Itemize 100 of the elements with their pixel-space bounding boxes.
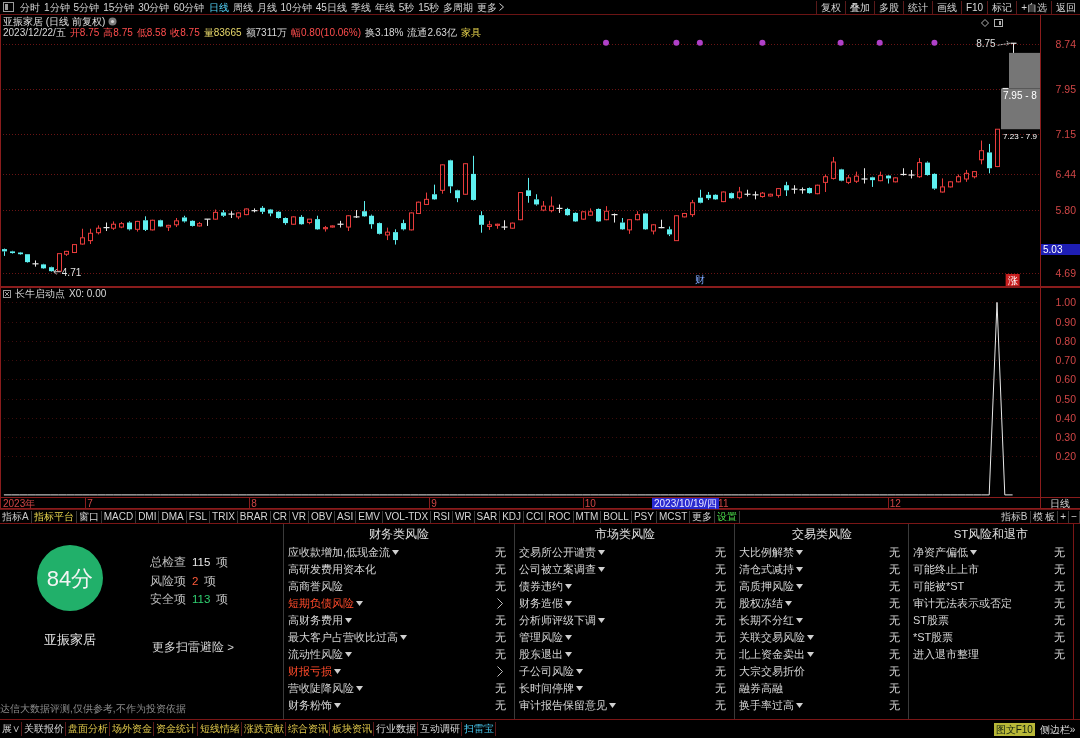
toolbar-button[interactable]: +自选	[1016, 0, 1051, 14]
caret-down-icon[interactable]	[356, 601, 363, 606]
caret-down-icon[interactable]	[807, 635, 814, 640]
toolbar-button[interactable]: 复权	[815, 0, 845, 14]
caret-down-icon[interactable]	[796, 703, 803, 708]
indicator-tab[interactable]: 设置	[715, 510, 741, 523]
risk-item[interactable]: 北上资金卖出	[739, 646, 805, 663]
caret-down-icon[interactable]	[598, 567, 605, 572]
caret-down-icon[interactable]	[807, 652, 814, 657]
window-icon[interactable]	[994, 19, 1003, 27]
risk-item[interactable]: 审计报告保留意见	[519, 697, 607, 714]
indicator-tab[interactable]: ROC	[546, 510, 574, 523]
caret-down-icon[interactable]	[796, 618, 803, 623]
toolbar-button[interactable]: 多股	[873, 0, 903, 14]
caret-down-icon[interactable]	[576, 686, 583, 691]
period-tab[interactable]: 60分钟	[171, 0, 207, 14]
caret-down-icon[interactable]	[345, 618, 352, 623]
indicator-tab[interactable]: OBV	[309, 510, 336, 523]
toolbar-button[interactable]: 返回	[1051, 0, 1080, 14]
risk-item[interactable]: 可能终止上市	[913, 561, 979, 578]
caret-down-icon[interactable]	[356, 686, 363, 691]
caret-down-icon[interactable]	[598, 618, 605, 623]
bottom-tab[interactable]: 板块资讯	[330, 722, 374, 736]
bottom-tab[interactable]: 资金统计	[154, 722, 198, 736]
caret-down-icon[interactable]	[565, 601, 572, 606]
indicator-tab[interactable]: WR	[452, 510, 475, 523]
period-tab[interactable]: 分时	[18, 0, 42, 14]
chevron-right-icon[interactable]	[497, 666, 503, 677]
risk-item[interactable]: 高商誉风险	[288, 578, 343, 595]
bottom-tab[interactable]: 展∨	[0, 722, 22, 736]
risk-item[interactable]: 大宗交易折价	[739, 663, 805, 680]
period-tab[interactable]: 年线	[372, 0, 397, 14]
caret-down-icon[interactable]	[796, 567, 803, 572]
indicator-tab[interactable]: CR	[270, 510, 291, 523]
caret-down-icon[interactable]	[334, 669, 341, 674]
risk-item[interactable]: 营收陡降风险	[288, 680, 354, 697]
risk-item[interactable]: 短期负债风险	[288, 595, 354, 612]
risk-item[interactable]: 长期不分红	[739, 612, 794, 629]
risk-item[interactable]: 可能被*ST	[913, 578, 965, 595]
indicator-tab[interactable]: ASI	[335, 510, 357, 523]
period-tab[interactable]: 月线	[254, 0, 279, 14]
risk-item[interactable]: 长时间停牌	[519, 680, 574, 697]
caret-down-icon[interactable]	[598, 550, 605, 555]
diamond-icon[interactable]	[981, 19, 989, 27]
risk-item[interactable]: ST股票	[913, 612, 950, 629]
bottom-tab[interactable]: 涨跌贡献	[242, 722, 286, 736]
side-button[interactable]: 侧边栏»	[1037, 722, 1078, 736]
indicator-tab[interactable]: CCI	[524, 510, 547, 523]
indicator-tab[interactable]: 更多	[690, 510, 716, 523]
indicator-tab[interactable]: MTM	[573, 510, 602, 523]
bottom-tab[interactable]: 盘面分析	[66, 722, 110, 736]
indicator-tab[interactable]: RSI	[431, 510, 453, 523]
caret-down-icon[interactable]	[796, 584, 803, 589]
period-tab[interactable]: 多周期	[441, 0, 476, 14]
risk-item[interactable]: 进入退市整理	[913, 646, 979, 663]
caret-down-icon[interactable]	[345, 652, 352, 657]
caret-down-icon[interactable]	[970, 550, 977, 555]
period-tab[interactable]: 5秒	[396, 0, 417, 14]
indicator-tab[interactable]: FSL	[186, 510, 211, 523]
caret-down-icon[interactable]	[565, 652, 572, 657]
risk-item[interactable]: 最大客户占营收比过高	[288, 629, 398, 646]
risk-item[interactable]: 债券违约	[519, 578, 563, 595]
risk-item[interactable]: 高研发费用资本化	[288, 561, 376, 578]
indicator-tab[interactable]: BRAR	[237, 510, 271, 523]
risk-item[interactable]: 财务造假	[519, 595, 563, 612]
risk-item[interactable]: 财报亏损	[288, 663, 332, 680]
period-tab[interactable]: 30分钟	[136, 0, 172, 14]
indicator-tab[interactable]: SAR	[474, 510, 501, 523]
risk-item[interactable]: 净资产偏低	[913, 544, 968, 561]
indicator-tab[interactable]: MACD	[101, 510, 137, 523]
risk-item[interactable]: 清仓式减持	[739, 561, 794, 578]
indicator-tab[interactable]: −	[1069, 510, 1080, 523]
bottom-tab[interactable]: 综合资讯	[286, 722, 330, 736]
indicator-tab[interactable]: DMA	[159, 510, 187, 523]
side-button[interactable]: 图文F10	[993, 722, 1035, 736]
caret-down-icon[interactable]	[785, 601, 792, 606]
indicator-tab[interactable]: EMV	[356, 510, 383, 523]
bottom-tab[interactable]: 关联报价	[22, 722, 66, 736]
risk-item[interactable]: 管理风险	[519, 629, 563, 646]
period-tab[interactable]: 15分钟	[101, 0, 137, 14]
risk-item[interactable]: 分析师评级下调	[519, 612, 596, 629]
indicator-tab[interactable]: PSY	[631, 510, 657, 523]
period-tab[interactable]: 5分钟	[71, 0, 102, 14]
caret-down-icon[interactable]	[576, 669, 583, 674]
caret-down-icon[interactable]	[609, 703, 616, 708]
period-tab[interactable]: 季线	[348, 0, 373, 14]
more-scan-link[interactable]: 更多扫雷避险 >	[152, 638, 234, 656]
tab-group-label[interactable]: 指标A	[0, 510, 32, 523]
risk-item[interactable]: 审计无法表示或否定	[913, 595, 1012, 612]
caret-down-icon[interactable]	[392, 550, 400, 555]
indicator-tab[interactable]: KDJ	[500, 510, 525, 523]
indicator-tab[interactable]: 窗口	[76, 510, 102, 523]
risk-item[interactable]: *ST股票	[913, 629, 954, 646]
period-tab[interactable]: 1分钟	[42, 0, 72, 14]
more-button[interactable]: 更多	[475, 0, 507, 14]
risk-item[interactable]: 股权冻结	[739, 595, 783, 612]
toolbar-button[interactable]: F10	[960, 0, 988, 14]
bottom-tab[interactable]: 互动调研	[418, 722, 462, 736]
caret-down-icon[interactable]	[565, 584, 572, 589]
risk-item[interactable]: 财务粉饰	[288, 697, 332, 714]
